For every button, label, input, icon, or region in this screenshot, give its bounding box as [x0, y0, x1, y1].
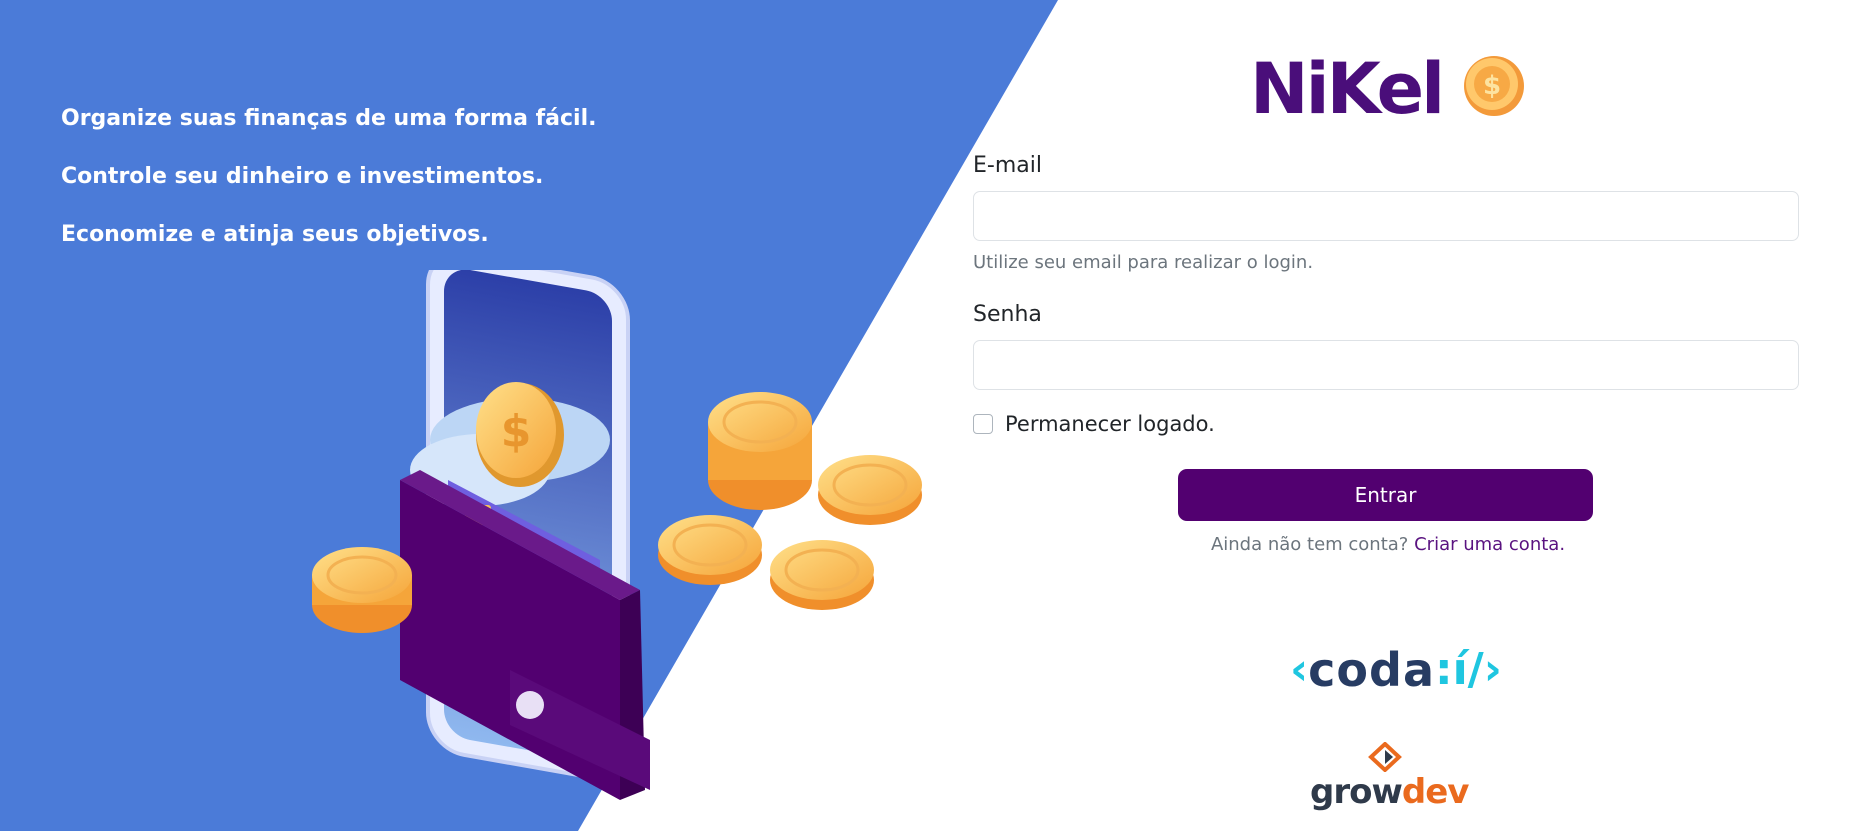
coda-suffix: :í/› [1434, 644, 1502, 695]
tagline-2: Controle seu dinheiro e investimentos. [61, 164, 544, 189]
create-account-link[interactable]: Criar uma conta. [1414, 534, 1565, 555]
email-help-text: Utilize seu email para realizar o login. [973, 252, 1314, 273]
email-input[interactable] [973, 191, 1799, 241]
login-form: E-mail Utilize seu email para realizar o… [973, 152, 1803, 555]
growdev-grow: grow [1310, 772, 1403, 812]
login-button[interactable]: Entrar [1178, 469, 1593, 521]
tagline-3: Economize e atinja seus objetivos. [61, 222, 489, 247]
password-input[interactable] [973, 340, 1799, 390]
coda-text: coda [1308, 643, 1435, 697]
growdev-dev: dev [1401, 772, 1470, 812]
email-field-block: E-mail Utilize seu email para realizar o… [973, 152, 1803, 275]
nikel-logo-text: NiKel [1250, 48, 1445, 130]
password-label: Senha [973, 302, 1042, 327]
password-field-block: Senha [973, 301, 1803, 390]
nikel-logo: NiKel $ [1250, 44, 1530, 134]
email-label: E-mail [973, 153, 1042, 178]
growdev-text: growdev [1310, 772, 1470, 812]
remember-me-label[interactable]: Permanecer logado. [1005, 412, 1215, 436]
coin-symbol: $ [501, 406, 532, 457]
growdev-logo: growdev [1310, 742, 1469, 822]
growdev-diamond-icon [1368, 742, 1402, 772]
coda-logo: ‹ coda :í/› [1290, 643, 1502, 697]
signup-row: Ainda não tem conta? Criar uma conta. [973, 534, 1803, 555]
signup-prompt: Ainda não tem conta? [1210, 534, 1409, 555]
svg-text:$: $ [1483, 71, 1501, 101]
tagline-1: Organize suas finanças de uma forma fáci… [61, 106, 597, 131]
remember-me-checkbox[interactable] [973, 414, 993, 434]
remember-me-row[interactable]: Permanecer logado. [973, 412, 1803, 436]
coda-bracket-open: ‹ [1290, 644, 1309, 695]
wallet-phone-coins-illustration: $ [312, 270, 922, 800]
coin-icon: $ [1464, 56, 1524, 116]
hero-taglines: Organize suas finanças de uma forma fáci… [61, 104, 597, 278]
